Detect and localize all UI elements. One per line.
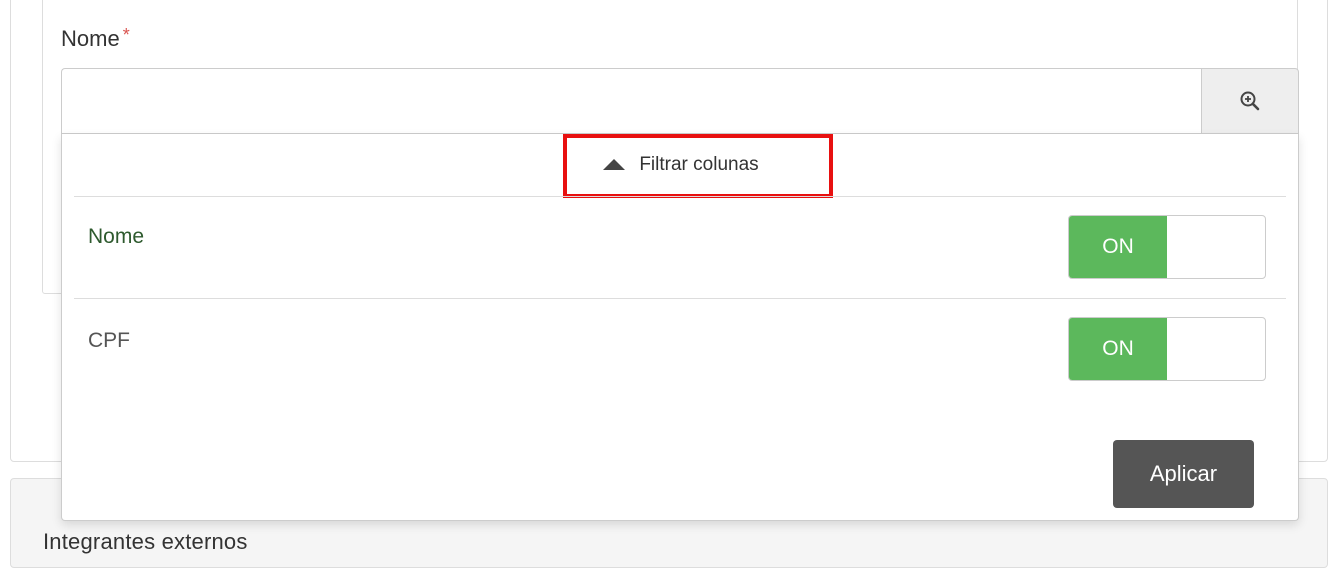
column-filter-dropdown: Filtrar colunas Nome ON CPF ON Aplicar <box>61 134 1299 521</box>
field-label: Nome * <box>61 25 130 52</box>
switch-on-label: ON <box>1069 216 1167 278</box>
column-toggle-cpf[interactable]: ON <box>1068 317 1266 381</box>
switch-on-label: ON <box>1069 318 1167 380</box>
search-input-group <box>61 68 1299 134</box>
field-label-text: Nome <box>61 26 120 51</box>
column-label: Nome <box>88 225 145 248</box>
column-toggle-nome[interactable]: ON <box>1068 215 1266 279</box>
required-mark: * <box>122 25 130 45</box>
column-row-nome: Nome ON <box>62 197 1300 297</box>
filter-columns-label: Filtrar colunas <box>639 154 759 175</box>
section-title: Integrantes externos <box>43 529 248 554</box>
caret-up-icon <box>603 158 626 170</box>
apply-button[interactable]: Aplicar <box>1113 440 1254 508</box>
column-row-cpf: CPF ON <box>62 299 1300 399</box>
filter-columns-toggle[interactable]: Filtrar colunas <box>62 134 1300 196</box>
name-input[interactable] <box>61 68 1201 134</box>
column-label: CPF <box>88 329 130 352</box>
zoom-in-icon <box>1240 91 1260 111</box>
search-button[interactable] <box>1201 68 1299 134</box>
